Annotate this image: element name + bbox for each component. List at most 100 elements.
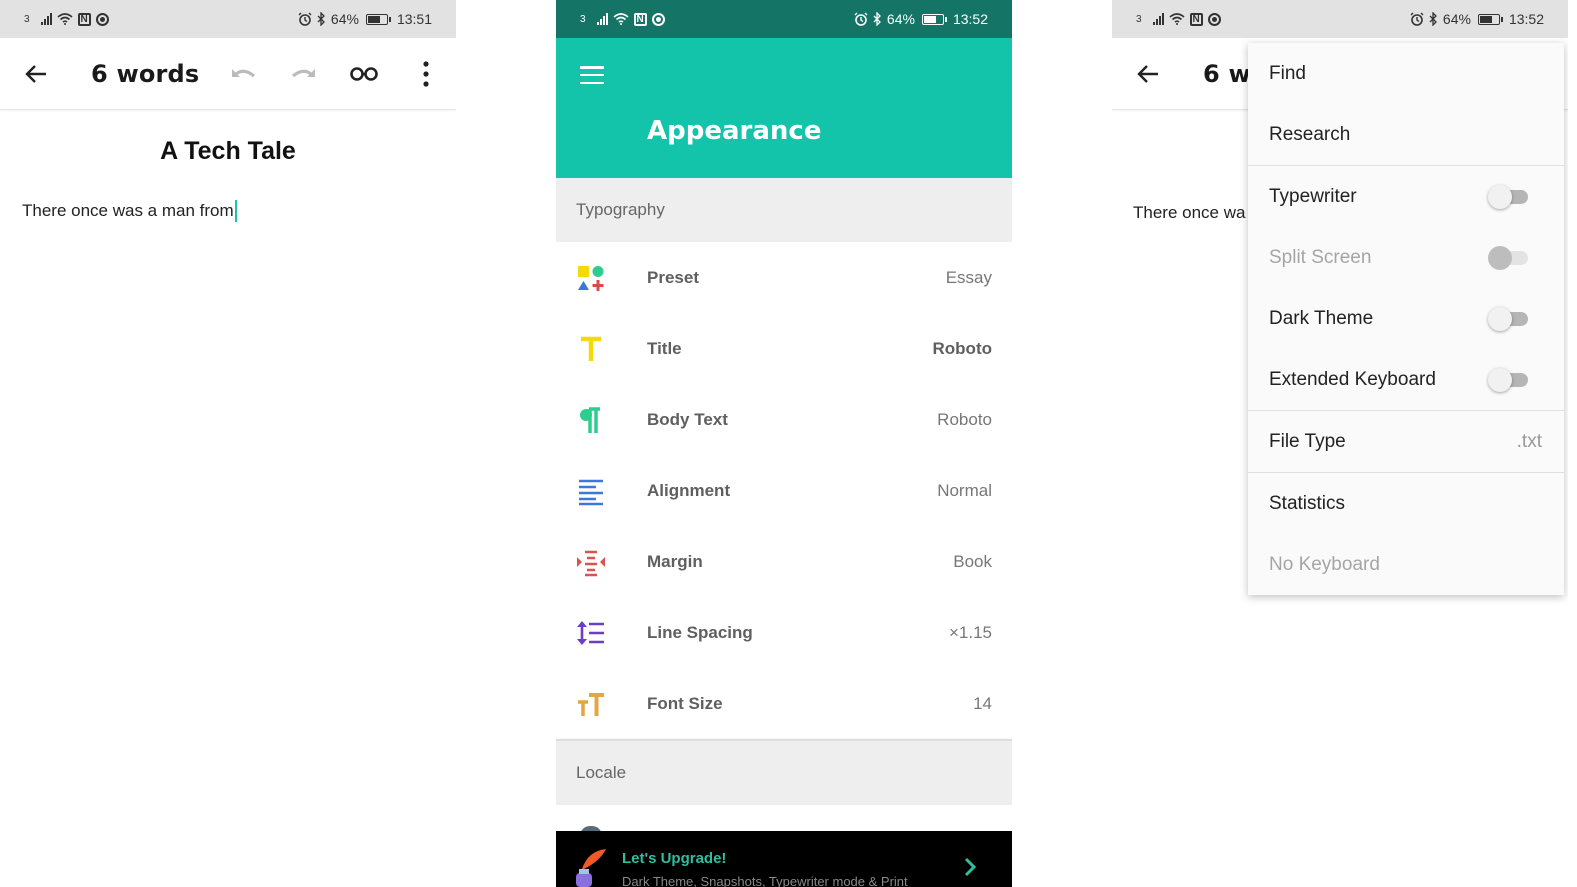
menu-item-label: Dark Theme xyxy=(1269,307,1374,329)
shapes-icon xyxy=(578,265,604,291)
redo-icon[interactable] xyxy=(289,62,319,86)
setting-value: Normal xyxy=(937,480,992,500)
sync-icon xyxy=(651,12,665,26)
status-bar: 3 N 64% 13:52 xyxy=(1112,0,1568,38)
signal-icon xyxy=(596,13,608,25)
clock: 13:52 xyxy=(952,11,988,27)
page-title: Appearance xyxy=(647,116,822,146)
setting-label: Line Spacing xyxy=(647,622,753,642)
dark-theme-toggle[interactable] xyxy=(1488,306,1530,331)
word-count: 6 words xyxy=(91,60,200,88)
document-body-text: There once was a man from xyxy=(22,201,234,220)
nfc-icon: N xyxy=(77,12,91,26)
editor-screen: 3 N 64% 13:51 6 words A Tech Tale There … xyxy=(0,0,456,887)
upgrade-subtitle: Dark Theme, Snapshots, Typewriter mode &… xyxy=(622,874,908,887)
setting-body-text[interactable]: Body Text Roboto xyxy=(556,384,1012,455)
wifi-icon xyxy=(1169,13,1185,25)
setting-label: Preset xyxy=(647,267,699,287)
paragraph-icon xyxy=(580,406,600,433)
setting-preset[interactable]: Preset Essay xyxy=(556,242,1012,313)
app-bar: Appearance xyxy=(556,38,1012,178)
quill-ink-icon xyxy=(576,849,606,887)
split-screen-toggle xyxy=(1488,245,1530,270)
setting-label: Body Text xyxy=(647,409,728,429)
menu-item-dark-theme[interactable]: Dark Theme xyxy=(1248,288,1564,349)
menu-item-extended-keyboard[interactable]: Extended Keyboard xyxy=(1248,349,1564,410)
chevron-right-icon xyxy=(964,857,976,877)
sync-icon xyxy=(95,12,109,26)
setting-value: Roboto xyxy=(932,338,992,358)
setting-label: Font Size xyxy=(647,693,723,713)
undo-icon[interactable] xyxy=(228,62,258,86)
document-body-text: There once wa xyxy=(1133,203,1246,222)
setting-value: ×1.15 xyxy=(948,622,992,642)
menu-hamburger-icon[interactable] xyxy=(580,66,604,84)
more-vert-icon[interactable] xyxy=(416,58,436,90)
section-header-typography: Typography xyxy=(556,178,1012,242)
back-arrow-icon[interactable] xyxy=(22,60,50,88)
setting-line-spacing[interactable]: Line Spacing ×1.15 xyxy=(556,597,1012,668)
typewriter-toggle[interactable] xyxy=(1488,184,1530,209)
menu-item-file-type[interactable]: File Type .txt xyxy=(1248,411,1564,472)
clock: 13:52 xyxy=(1508,11,1544,27)
setting-value: Book xyxy=(953,551,992,571)
alarm-icon xyxy=(298,12,312,26)
bluetooth-icon xyxy=(873,12,881,26)
wifi-icon xyxy=(57,13,73,25)
document-title[interactable]: A Tech Tale xyxy=(0,137,456,166)
nfc-icon: N xyxy=(1189,12,1203,26)
battery-percent: 64% xyxy=(330,11,359,27)
signal-icon xyxy=(1152,13,1164,25)
reading-mode-glasses-icon[interactable] xyxy=(348,62,380,86)
menu-item-label: Extended Keyboard xyxy=(1269,368,1436,390)
file-type-value: .txt xyxy=(1516,430,1542,452)
setting-alignment[interactable]: Alignment Normal xyxy=(556,455,1012,526)
document-body[interactable]: There once was a man from xyxy=(22,200,456,222)
wifi-icon xyxy=(613,13,629,25)
editor-toolbar: 6 words xyxy=(0,38,456,110)
battery-icon xyxy=(1477,13,1503,25)
status-bar: 3 N 64% 13:51 xyxy=(0,0,456,38)
appearance-screen: 3 N 64% 13:52 Appearance Typography Pres… xyxy=(556,0,1012,887)
menu-item-label: Split Screen xyxy=(1269,246,1372,268)
alarm-icon xyxy=(854,12,868,26)
bluetooth-icon xyxy=(317,12,325,26)
menu-item-split-screen: Split Screen xyxy=(1248,227,1564,288)
carrier-label: 3 xyxy=(580,13,586,25)
menu-item-find[interactable]: Find xyxy=(1248,43,1564,104)
setting-label: Title xyxy=(647,338,682,358)
setting-value: Essay xyxy=(945,267,992,287)
setting-margin[interactable]: Margin Book xyxy=(556,526,1012,597)
setting-value: Roboto xyxy=(937,409,992,429)
battery-percent: 64% xyxy=(886,11,915,27)
bluetooth-icon xyxy=(1429,12,1437,26)
alarm-icon xyxy=(1410,12,1424,26)
battery-percent: 64% xyxy=(1442,11,1471,27)
line-spacing-icon xyxy=(577,620,604,645)
editor-menu-screen: 3 N 64% 13:52 6 wo There once wa Find Re… xyxy=(1112,0,1568,887)
sync-icon xyxy=(1207,12,1221,26)
text-cursor xyxy=(234,200,237,222)
overflow-menu: Find Research Typewriter Split Screen Da… xyxy=(1248,43,1564,595)
margin-icon xyxy=(577,550,605,576)
signal-icon xyxy=(40,13,52,25)
setting-title-font[interactable]: Title Roboto xyxy=(556,313,1012,384)
upgrade-banner[interactable]: Let's Upgrade! Dark Theme, Snapshots, Ty… xyxy=(556,831,1012,887)
extended-keyboard-toggle[interactable] xyxy=(1488,367,1530,392)
clock: 13:51 xyxy=(396,11,432,27)
battery-icon xyxy=(365,13,391,25)
setting-value: 14 xyxy=(973,693,992,713)
menu-item-label: File Type xyxy=(1269,430,1346,452)
menu-item-typewriter[interactable]: Typewriter xyxy=(1248,166,1564,227)
align-left-icon xyxy=(579,479,603,505)
menu-item-statistics[interactable]: Statistics xyxy=(1248,473,1564,534)
setting-font-size[interactable]: Font Size 14 xyxy=(556,668,1012,739)
carrier-label: 3 xyxy=(1136,13,1142,25)
menu-item-no-keyboard: No Keyboard xyxy=(1269,553,1380,575)
nfc-icon: N xyxy=(633,12,647,26)
menu-item-research[interactable]: Research xyxy=(1248,104,1564,165)
battery-icon xyxy=(921,13,947,25)
title-font-icon xyxy=(581,336,601,361)
font-size-icon xyxy=(578,692,604,716)
back-arrow-icon[interactable] xyxy=(1134,60,1162,88)
